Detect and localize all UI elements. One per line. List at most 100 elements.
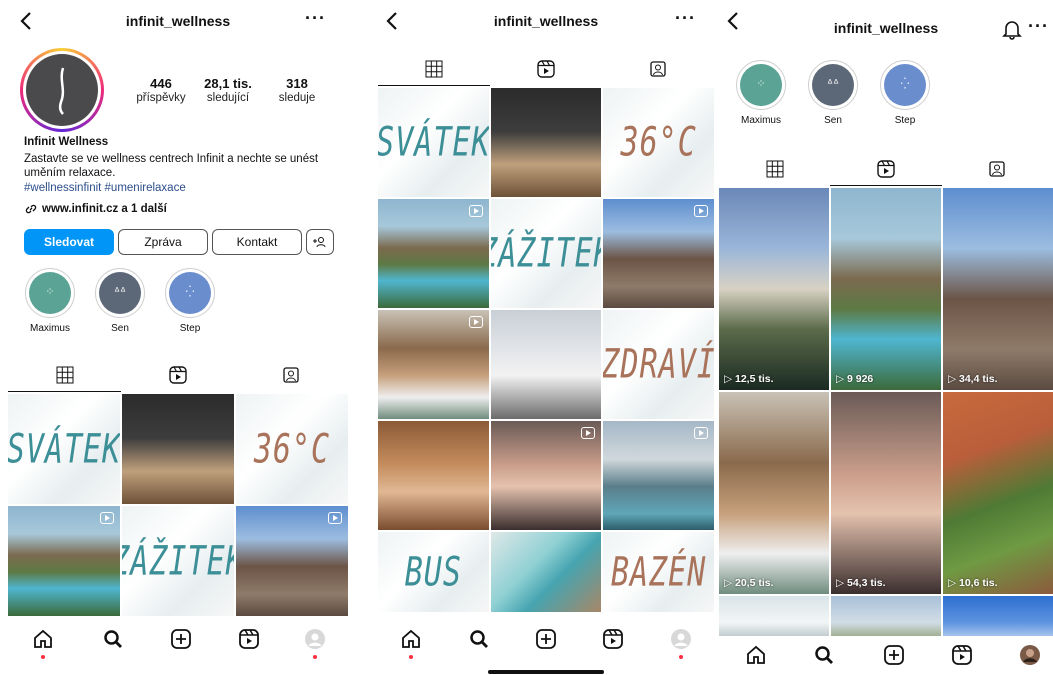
nav-reels[interactable] <box>600 626 626 652</box>
post-tile[interactable] <box>490 88 602 197</box>
post-tile[interactable]: BAZÉN <box>603 532 714 612</box>
post-tile[interactable]: ZÁŽITEK <box>490 199 602 308</box>
nav-search[interactable] <box>466 626 492 652</box>
nav-search[interactable] <box>811 642 837 668</box>
reel-tile[interactable]: ▷ 10,6 tis. <box>943 392 1053 594</box>
followers-stat[interactable]: 28,1 tis. sledující <box>193 76 263 104</box>
reel-icon <box>581 427 596 439</box>
post-tile[interactable]: ZÁŽITEK <box>122 506 234 616</box>
post-tile[interactable]: SVÁTEK <box>378 88 489 197</box>
highlight-sen[interactable]: ᐞᐞ Sen <box>92 268 148 334</box>
nav-profile[interactable] <box>1017 642 1043 668</box>
reel-tile[interactable] <box>831 596 941 640</box>
more-options-icon[interactable]: ··· <box>305 8 326 29</box>
message-button[interactable]: Zpráva <box>118 229 208 255</box>
home-icon <box>402 629 420 648</box>
post-tile[interactable] <box>378 199 489 308</box>
follow-button[interactable]: Sledovat <box>24 229 114 255</box>
highlight-icon: ⁛ <box>185 286 195 298</box>
notification-dot <box>313 655 317 659</box>
reel-icon <box>100 512 114 524</box>
post-title: SVÁTEK <box>378 118 489 167</box>
nav-search[interactable] <box>100 626 126 652</box>
tab-grid[interactable] <box>8 358 122 392</box>
nav-reels[interactable] <box>949 642 975 668</box>
post-tile[interactable]: ZDRAVÍ <box>603 310 714 419</box>
highlight-maximus[interactable]: ⁘ Maximus <box>733 60 789 126</box>
tab-tagged[interactable] <box>602 52 714 86</box>
reel-tile[interactable]: ▷ 20,5 tis. <box>719 392 829 594</box>
highlight-icon: ᐞᐞ <box>114 286 126 298</box>
post-tile[interactable]: 36°C <box>603 88 714 197</box>
nav-reels[interactable] <box>236 626 262 652</box>
post-tile[interactable]: 36°C <box>236 394 348 504</box>
reel-tile[interactable]: ▷ 9 926 <box>831 188 941 390</box>
highlight-sen[interactable]: ᐞᐞ Sen <box>805 60 861 126</box>
post-title: BUS <box>404 548 462 596</box>
nav-profile[interactable] <box>668 626 694 659</box>
reel-tile[interactable] <box>943 596 1053 640</box>
link-icon <box>25 204 37 214</box>
tab-reels[interactable] <box>490 52 602 86</box>
nav-create[interactable] <box>168 626 194 652</box>
bio-link[interactable]: www.infinit.cz a 1 další <box>24 202 167 216</box>
tagged-icon <box>650 61 666 77</box>
nav-home[interactable] <box>398 626 424 659</box>
post-tile[interactable] <box>490 421 602 530</box>
post-tile[interactable]: BUS <box>378 532 489 612</box>
highlight-icon: ᐞᐞ <box>827 78 839 90</box>
nav-profile[interactable] <box>302 626 328 659</box>
tab-tagged[interactable] <box>942 152 1053 186</box>
tab-reels[interactable] <box>121 358 234 392</box>
posts-stat[interactable]: 446 příspěvky <box>126 76 196 104</box>
nav-home[interactable] <box>743 642 769 668</box>
tab-tagged[interactable] <box>235 358 348 392</box>
reel-tile[interactable]: ▷ 34,4 tis. <box>943 188 1053 390</box>
reel-icon <box>468 316 483 328</box>
nav-create[interactable] <box>533 626 559 652</box>
post-title: BAZÉN <box>611 548 707 596</box>
more-options-icon[interactable]: ··· <box>1028 16 1049 37</box>
post-tile[interactable] <box>490 532 602 612</box>
bottom-nav <box>719 636 1053 675</box>
reel-tile[interactable] <box>719 596 829 640</box>
post-tile[interactable] <box>378 310 489 419</box>
tab-reels[interactable] <box>830 152 942 186</box>
reel-tile[interactable]: ▷ 54,3 tis. <box>831 392 941 594</box>
highlight-maximus[interactable]: ⁘ Maximus <box>22 268 78 334</box>
bottom-nav <box>8 618 348 668</box>
following-stat[interactable]: 318 sleduje <box>262 76 332 104</box>
create-icon <box>536 629 556 649</box>
profile-tabs <box>719 152 1053 186</box>
bio-name: Infinit Wellness <box>24 136 109 148</box>
post-tile[interactable] <box>490 310 602 419</box>
bio-hashtags[interactable]: #wellnessinfinit #umenirelaxace <box>24 182 186 194</box>
suggest-users-button[interactable] <box>306 229 334 255</box>
bell-icon[interactable] <box>1001 18 1023 40</box>
tab-grid[interactable] <box>719 152 830 186</box>
post-tile[interactable] <box>122 394 234 504</box>
tab-grid[interactable] <box>378 52 490 86</box>
profile-avatar[interactable] <box>20 48 104 132</box>
reel-tile[interactable]: ▷ 12,5 tis. <box>719 188 829 390</box>
logo-icon <box>58 67 65 115</box>
followers-count: 28,1 tis. <box>204 76 252 91</box>
reels-icon <box>952 645 972 665</box>
highlight-step[interactable]: ⁛ Step <box>162 268 218 334</box>
profile-icon <box>671 629 691 649</box>
post-tile[interactable] <box>603 199 714 308</box>
contact-button[interactable]: Kontakt <box>212 229 302 255</box>
top-bar: infinit_wellness ··· <box>8 0 348 44</box>
post-tile[interactable] <box>236 506 348 616</box>
post-title: 36°C <box>253 425 331 473</box>
post-tile[interactable]: SVÁTEK <box>8 394 120 504</box>
nav-home[interactable] <box>30 626 56 659</box>
more-options-icon[interactable]: ··· <box>675 8 696 29</box>
post-tile[interactable] <box>378 421 489 530</box>
post-tile[interactable] <box>603 421 714 530</box>
profile-username: infinit_wellness <box>125 13 231 29</box>
post-tile[interactable] <box>8 506 120 616</box>
reel-icon <box>693 427 708 439</box>
nav-create[interactable] <box>881 642 907 668</box>
highlight-step[interactable]: ⁛ Step <box>877 60 933 126</box>
